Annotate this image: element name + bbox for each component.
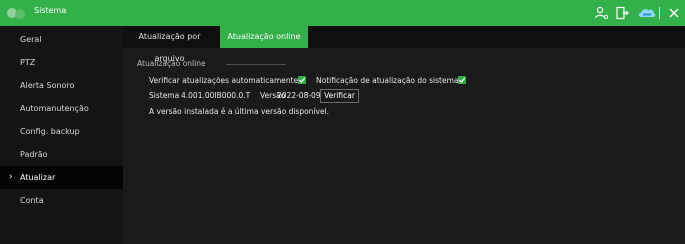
sidebar-item-label: Atualizar bbox=[20, 173, 56, 182]
check-button[interactable]: Verificar bbox=[320, 89, 359, 103]
chevron-right-icon: › bbox=[9, 172, 13, 182]
section-divider bbox=[226, 64, 286, 65]
sidebar: Geral PTZ Alerta Sonoro Automanutenção C… bbox=[0, 26, 123, 244]
app-logo-icon bbox=[7, 8, 25, 19]
notify-checkbox[interactable] bbox=[458, 76, 466, 84]
sidebar-item-label: Geral bbox=[20, 35, 42, 44]
tab-update-by-file[interactable]: Atualização por arquivo bbox=[123, 26, 216, 63]
checkmark-icon bbox=[459, 77, 466, 83]
user-icon[interactable] bbox=[593, 5, 609, 21]
app-title: Sistema bbox=[34, 6, 67, 15]
update-status-text: A versão instalada é a última versão dis… bbox=[149, 107, 330, 116]
tab-online-update[interactable]: Atualização online bbox=[220, 26, 308, 48]
sidebar-item-automanutencao[interactable]: Automanutenção bbox=[0, 97, 123, 120]
system-label: Sistema bbox=[149, 91, 180, 100]
main-panel: Atualização por arquivo Atualização onli… bbox=[123, 26, 685, 244]
sidebar-item-ptz[interactable]: PTZ bbox=[0, 51, 123, 74]
toolbar-divider bbox=[659, 7, 660, 19]
sidebar-item-alerta-sonoro[interactable]: Alerta Sonoro bbox=[0, 74, 123, 97]
section-title: Atualização online bbox=[137, 59, 206, 68]
sidebar-item-label: Padrão bbox=[20, 150, 48, 159]
sidebar-item-conta[interactable]: Conta bbox=[0, 189, 123, 212]
title-bar: Sistema bbox=[0, 0, 685, 26]
auto-check-label: Verificar atualizações automaticamente bbox=[149, 76, 299, 85]
sidebar-item-label: Conta bbox=[20, 196, 44, 205]
tab-label: Atualização online bbox=[227, 32, 301, 41]
sidebar-item-label: Config. backup bbox=[20, 127, 80, 136]
sidebar-item-padrao[interactable]: Padrão bbox=[0, 143, 123, 166]
sidebar-item-atualizar[interactable]: › Atualizar bbox=[0, 166, 123, 189]
sidebar-item-config-backup[interactable]: Config. backup bbox=[0, 120, 123, 143]
sidebar-item-label: PTZ bbox=[20, 58, 36, 67]
sidebar-item-label: Alerta Sonoro bbox=[20, 81, 75, 90]
close-icon[interactable] bbox=[667, 5, 681, 21]
auto-check-checkbox[interactable] bbox=[298, 76, 306, 84]
checkmark-icon bbox=[299, 77, 306, 83]
logout-icon[interactable] bbox=[614, 5, 630, 21]
notify-label: Notificação de atualização do sistema bbox=[316, 76, 459, 85]
system-value: 4.001.00IB000.0.T bbox=[181, 91, 251, 100]
sidebar-item-label: Automanutenção bbox=[20, 104, 89, 113]
cloud-icon[interactable] bbox=[638, 5, 656, 21]
sidebar-item-geral[interactable]: Geral bbox=[0, 28, 123, 51]
version-value: 2022-08-09 bbox=[277, 91, 321, 100]
tab-bar: Atualização por arquivo Atualização onli… bbox=[123, 26, 685, 63]
